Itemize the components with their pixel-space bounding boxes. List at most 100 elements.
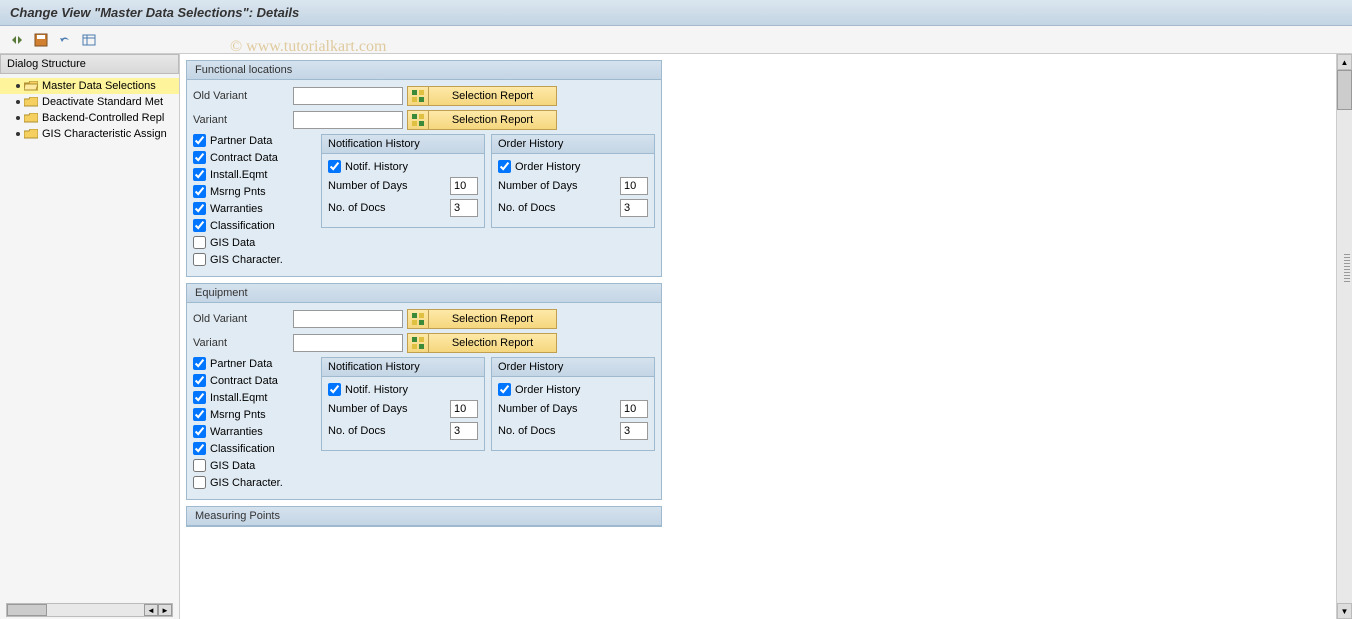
num-days-input[interactable]: [620, 400, 648, 418]
table-icon[interactable]: [80, 31, 98, 49]
scroll-right-icon[interactable]: ►: [158, 604, 172, 616]
checkbox-label: Warranties: [210, 203, 263, 215]
checkbox-label: Partner Data: [210, 358, 272, 370]
checkbox-label: Warranties: [210, 426, 263, 438]
checkbox-label: Contract Data: [210, 375, 278, 387]
checkbox-label: Classification: [210, 220, 275, 232]
bullet-icon: [16, 100, 20, 104]
variant-input[interactable]: [293, 111, 403, 129]
old-variant-label: Old Variant: [193, 90, 293, 102]
dialog-structure-header: Dialog Structure: [0, 54, 179, 74]
old-variant-input[interactable]: [293, 310, 403, 328]
functional-locations-group: Functional locations Old Variant Selecti…: [186, 60, 662, 277]
order-history-checkbox[interactable]: [498, 160, 511, 173]
num-days-input[interactable]: [620, 177, 648, 195]
notif-history-checkbox[interactable]: [328, 160, 341, 173]
checkbox-label: Classification: [210, 443, 275, 455]
order-history-group: Order History Order History Number of Da…: [491, 134, 655, 228]
num-docs-label: No. of Docs: [498, 202, 620, 214]
scroll-thumb[interactable]: [1337, 70, 1352, 110]
bullet-icon: [16, 84, 20, 88]
sidebar-scrollbar[interactable]: ◄ ►: [6, 603, 173, 617]
gis-character-checkbox[interactable]: [193, 476, 206, 489]
checkbox-label: Order History: [515, 161, 580, 173]
selection-report-button[interactable]: Selection Report: [407, 86, 557, 106]
selection-report-button[interactable]: Selection Report: [407, 110, 557, 130]
order-history-checkbox[interactable]: [498, 383, 511, 396]
classification-checkbox[interactable]: [193, 442, 206, 455]
scroll-up-icon[interactable]: ▲: [1337, 54, 1352, 70]
multi-select-icon: [407, 333, 429, 353]
folder-icon: [24, 113, 38, 124]
scroll-track[interactable]: [1337, 70, 1352, 603]
install-eqmt-checkbox[interactable]: [193, 168, 206, 181]
contract-data-checkbox[interactable]: [193, 374, 206, 387]
msrng-pnts-checkbox[interactable]: [193, 408, 206, 421]
bullet-icon: [16, 116, 20, 120]
bullet-icon: [16, 132, 20, 136]
scroll-down-icon[interactable]: ▼: [1337, 603, 1352, 619]
gis-character-checkbox[interactable]: [193, 253, 206, 266]
warranties-checkbox[interactable]: [193, 425, 206, 438]
contract-data-checkbox[interactable]: [193, 151, 206, 164]
classification-checkbox[interactable]: [193, 219, 206, 232]
selection-report-button[interactable]: Selection Report: [407, 309, 557, 329]
scroll-grip-icon: [1344, 254, 1350, 284]
num-docs-input[interactable]: [620, 199, 648, 217]
multi-select-icon: [407, 86, 429, 106]
group-title: Equipment: [187, 284, 661, 303]
msrng-pnts-checkbox[interactable]: [193, 185, 206, 198]
old-variant-label: Old Variant: [193, 313, 293, 325]
group-title: Measuring Points: [187, 507, 661, 526]
checkbox-label: Install.Eqmt: [210, 169, 267, 181]
vertical-scrollbar[interactable]: ▲ ▼: [1336, 54, 1352, 619]
tree-item-master-data[interactable]: Master Data Selections: [0, 78, 179, 94]
toolbar: [0, 26, 1352, 54]
notif-history-checkbox[interactable]: [328, 383, 341, 396]
old-variant-input[interactable]: [293, 87, 403, 105]
multi-select-icon: [407, 309, 429, 329]
scroll-left-icon[interactable]: ◄: [144, 604, 158, 616]
num-docs-label: No. of Docs: [328, 425, 450, 437]
button-label: Selection Report: [429, 309, 557, 329]
undo-icon[interactable]: [56, 31, 74, 49]
selection-report-button[interactable]: Selection Report: [407, 333, 557, 353]
checkbox-label: Notif. History: [345, 384, 408, 396]
checkbox-label: Msrng Pnts: [210, 186, 266, 198]
scroll-thumb[interactable]: [7, 604, 47, 616]
partner-data-checkbox[interactable]: [193, 134, 206, 147]
tree-label: Master Data Selections: [42, 80, 156, 92]
variant-input[interactable]: [293, 334, 403, 352]
tree-label: Backend-Controlled Repl: [42, 112, 164, 124]
toggle-icon[interactable]: [8, 31, 26, 49]
num-days-input[interactable]: [450, 177, 478, 195]
num-days-label: Number of Days: [328, 180, 450, 192]
checkbox-label: GIS Character.: [210, 254, 283, 266]
num-days-label: Number of Days: [328, 403, 450, 415]
tree-item-gis[interactable]: GIS Characteristic Assign: [0, 126, 179, 142]
button-label: Selection Report: [429, 110, 557, 130]
button-label: Selection Report: [429, 333, 557, 353]
tree-label: Deactivate Standard Met: [42, 96, 163, 108]
num-docs-input[interactable]: [450, 199, 478, 217]
folder-open-icon: [24, 81, 38, 92]
warranties-checkbox[interactable]: [193, 202, 206, 215]
sub-title: Notification History: [322, 358, 484, 377]
gis-data-checkbox[interactable]: [193, 459, 206, 472]
save-icon[interactable]: [32, 31, 50, 49]
checkbox-label: Msrng Pnts: [210, 409, 266, 421]
num-days-input[interactable]: [450, 400, 478, 418]
num-days-label: Number of Days: [498, 180, 620, 192]
tree-item-backend[interactable]: Backend-Controlled Repl: [0, 110, 179, 126]
num-docs-input[interactable]: [620, 422, 648, 440]
install-eqmt-checkbox[interactable]: [193, 391, 206, 404]
tree-item-deactivate[interactable]: Deactivate Standard Met: [0, 94, 179, 110]
checkbox-label: GIS Data: [210, 237, 255, 249]
partner-data-checkbox[interactable]: [193, 357, 206, 370]
num-days-label: Number of Days: [498, 403, 620, 415]
checkbox-label: Contract Data: [210, 152, 278, 164]
num-docs-input[interactable]: [450, 422, 478, 440]
sub-title: Order History: [492, 135, 654, 154]
folder-icon: [24, 97, 38, 108]
gis-data-checkbox[interactable]: [193, 236, 206, 249]
